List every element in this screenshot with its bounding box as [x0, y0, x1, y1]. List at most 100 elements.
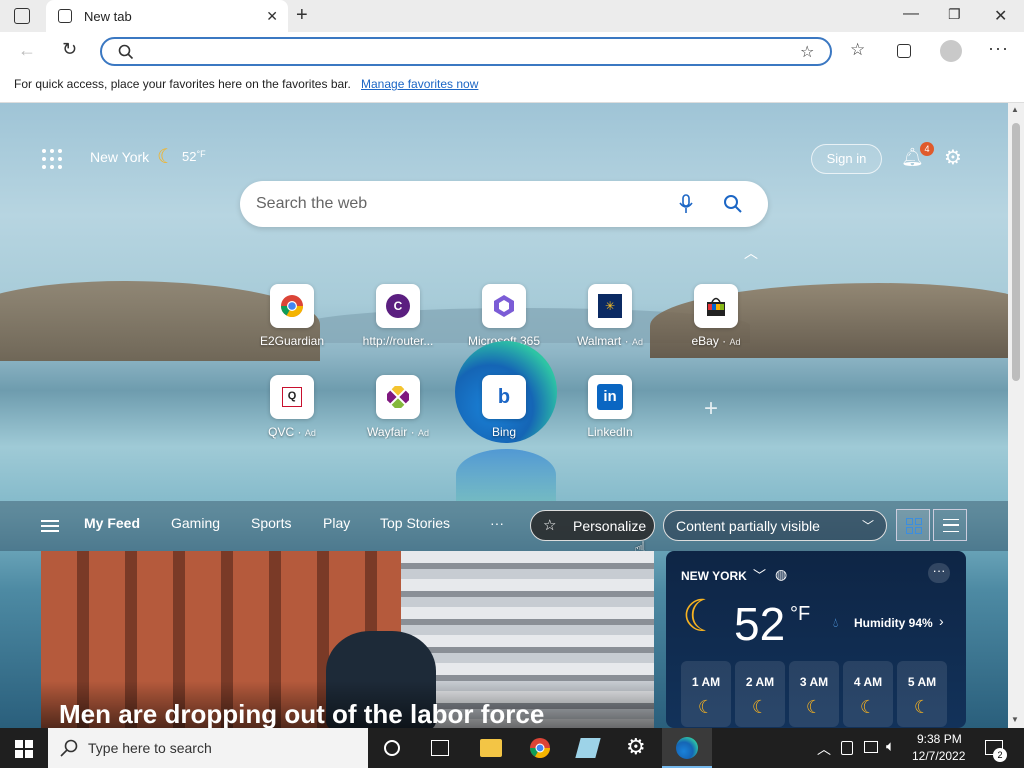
- news-card[interactable]: Men are dropping out of the labor force: [41, 551, 654, 728]
- chrome-taskbar-icon[interactable]: [529, 737, 551, 759]
- quick-link-label: Walmart · Ad: [577, 334, 643, 348]
- clock-date: 12/7/2022: [912, 749, 966, 763]
- hourly-forecast-item[interactable]: 2 AM ☾: [735, 661, 785, 727]
- weather-unit[interactable]: °F: [790, 603, 810, 626]
- header-temperature[interactable]: 52°F: [182, 149, 206, 164]
- restore-button[interactable]: ❐: [948, 6, 961, 23]
- quick-link-label: http://router...: [362, 334, 434, 348]
- web-search-box[interactable]: Search the web: [240, 181, 768, 227]
- app-launcher-icon[interactable]: [42, 149, 62, 169]
- linkedin-icon: in: [588, 375, 632, 419]
- chevron-down-icon[interactable]: ﹀: [753, 565, 766, 584]
- favorites-icon[interactable]: ☆: [850, 40, 865, 60]
- tab-new-tab[interactable]: New tab ✕: [46, 0, 288, 32]
- location-globe-icon[interactable]: ◍: [775, 566, 787, 583]
- task-view-icon[interactable]: [431, 740, 449, 756]
- meet-now-icon[interactable]: [841, 741, 853, 755]
- tab-my-feed[interactable]: My Feed: [84, 515, 140, 531]
- microphone-icon[interactable]: [679, 194, 693, 214]
- page-settings-gear-icon[interactable]: ⚙: [944, 145, 962, 170]
- location-label[interactable]: New York: [90, 149, 149, 165]
- chevron-down-icon: ﹀: [862, 519, 875, 533]
- quick-link-bing[interactable]: b Bing: [459, 375, 549, 439]
- hour-label: 3 AM: [799, 675, 829, 689]
- weather-card[interactable]: NEW YORK ﹀ ◍ ··· ☾ 52 °F 💧︎ Humidity 94%…: [666, 551, 966, 728]
- cortana-icon[interactable]: [384, 740, 400, 756]
- list-view-button[interactable]: [933, 509, 967, 541]
- walmart-icon: ✳: [588, 284, 632, 328]
- moon-cloud-icon: ☾: [697, 697, 715, 717]
- volume-muted-icon[interactable]: 🔈︎: [886, 738, 895, 755]
- quick-link-microsoft-365[interactable]: Microsoft 365: [459, 284, 549, 348]
- scroll-down-arrow-icon[interactable]: ▼: [1011, 715, 1019, 724]
- manage-favorites-link[interactable]: Manage favorites now: [361, 77, 478, 91]
- taskbar-search-box[interactable]: Type here to search: [48, 728, 368, 768]
- feed-menu-icon[interactable]: [41, 520, 59, 532]
- close-tab-icon[interactable]: ✕: [266, 8, 278, 25]
- weather-more-icon[interactable]: ···: [928, 563, 950, 583]
- notepad-icon[interactable]: [575, 738, 601, 758]
- quick-link-ebay[interactable]: eBay · Ad: [671, 284, 761, 348]
- weather-city[interactable]: NEW YORK: [681, 569, 747, 583]
- news-headline[interactable]: Men are dropping out of the labor force: [59, 699, 544, 728]
- content-visibility-dropdown[interactable]: Content partially visible ﹀: [663, 510, 887, 541]
- feed-more-icon[interactable]: ···: [490, 515, 504, 531]
- profile-avatar[interactable]: [940, 40, 962, 62]
- tab-strip: New tab ✕ + — ❐ ✕: [0, 0, 1024, 32]
- grid-view-button[interactable]: [896, 509, 930, 541]
- list-icon: [943, 519, 959, 532]
- add-favorite-icon[interactable]: ☆: [800, 42, 814, 62]
- tab-actions-icon[interactable]: [14, 8, 30, 24]
- sign-in-button[interactable]: Sign in: [811, 144, 882, 174]
- tab-sports[interactable]: Sports: [251, 515, 291, 531]
- quick-link-walmart[interactable]: ✳ Walmart · Ad: [565, 284, 655, 348]
- settings-gear-icon[interactable]: ⚙: [626, 734, 646, 760]
- quick-link-e2guardian[interactable]: E2Guardian: [247, 284, 337, 348]
- show-hidden-icons-chevron-icon[interactable]: ︿: [817, 739, 831, 759]
- minimize-button[interactable]: —: [903, 5, 919, 23]
- hour-label: 2 AM: [745, 675, 775, 689]
- quick-link-label: Bing: [491, 425, 517, 439]
- new-tab-page: New York ☾ 52°F Sign in 🔔︎ 4 ⚙ Search th…: [0, 103, 1008, 728]
- humidity-label[interactable]: Humidity 94%: [854, 616, 933, 630]
- file-explorer-icon[interactable]: [480, 739, 502, 757]
- settings-more-icon[interactable]: ···: [988, 38, 1009, 59]
- web-search-input[interactable]: Search the web: [256, 195, 367, 213]
- quick-link-linkedin[interactable]: in LinkedIn: [565, 375, 655, 439]
- collections-icon[interactable]: [897, 44, 911, 58]
- quick-link-router[interactable]: C http://router...: [353, 284, 443, 348]
- windows-start-icon[interactable]: [15, 740, 33, 758]
- quick-link-qvc[interactable]: Q QVC · Ad: [247, 375, 337, 439]
- page-scrollbar[interactable]: ▲ ▼: [1008, 103, 1024, 728]
- scroll-up-arrow-icon[interactable]: ▲: [1011, 105, 1019, 114]
- address-bar[interactable]: ☆: [100, 37, 832, 66]
- network-icon[interactable]: [864, 741, 878, 753]
- search-submit-icon[interactable]: [723, 194, 743, 214]
- scrollbar-thumb[interactable]: [1012, 123, 1020, 381]
- edge-taskbar-button[interactable]: [662, 728, 712, 768]
- taskbar-search-input[interactable]: Type here to search: [88, 740, 212, 756]
- clock-time: 9:38 PM: [917, 732, 962, 746]
- new-tab-button[interactable]: +: [296, 4, 308, 27]
- collapse-chevron-up-icon[interactable]: ︿: [744, 243, 758, 263]
- refresh-button[interactable]: ↻: [62, 39, 77, 60]
- quick-link-wayfair[interactable]: Wayfair · Ad: [353, 375, 443, 439]
- hourly-forecast-item[interactable]: 4 AM ☾: [843, 661, 893, 727]
- add-quick-link-button[interactable]: +: [704, 395, 718, 423]
- hourly-forecast-item[interactable]: 1 AM ☾: [681, 661, 731, 727]
- quick-link-label: eBay · Ad: [691, 334, 741, 348]
- bing-icon: b: [482, 375, 526, 419]
- tab-play[interactable]: Play: [323, 515, 350, 531]
- toolbar: ← ↻ ☆ ☆ ···: [0, 32, 1024, 70]
- chevron-right-icon[interactable]: ›: [939, 613, 944, 629]
- back-button[interactable]: ←: [18, 40, 36, 61]
- close-window-button[interactable]: ✕: [994, 6, 1007, 26]
- hourly-forecast-item[interactable]: 3 AM ☾: [789, 661, 839, 727]
- moon-cloud-icon: ☾: [751, 697, 769, 717]
- tab-gaming[interactable]: Gaming: [171, 515, 220, 531]
- grid-icon: [906, 518, 922, 534]
- hourly-forecast-item[interactable]: 5 AM ☾: [897, 661, 947, 727]
- search-icon: [60, 739, 78, 757]
- tab-top-stories[interactable]: Top Stories: [380, 515, 450, 531]
- favorites-bar: For quick access, place your favorites h…: [0, 70, 1024, 103]
